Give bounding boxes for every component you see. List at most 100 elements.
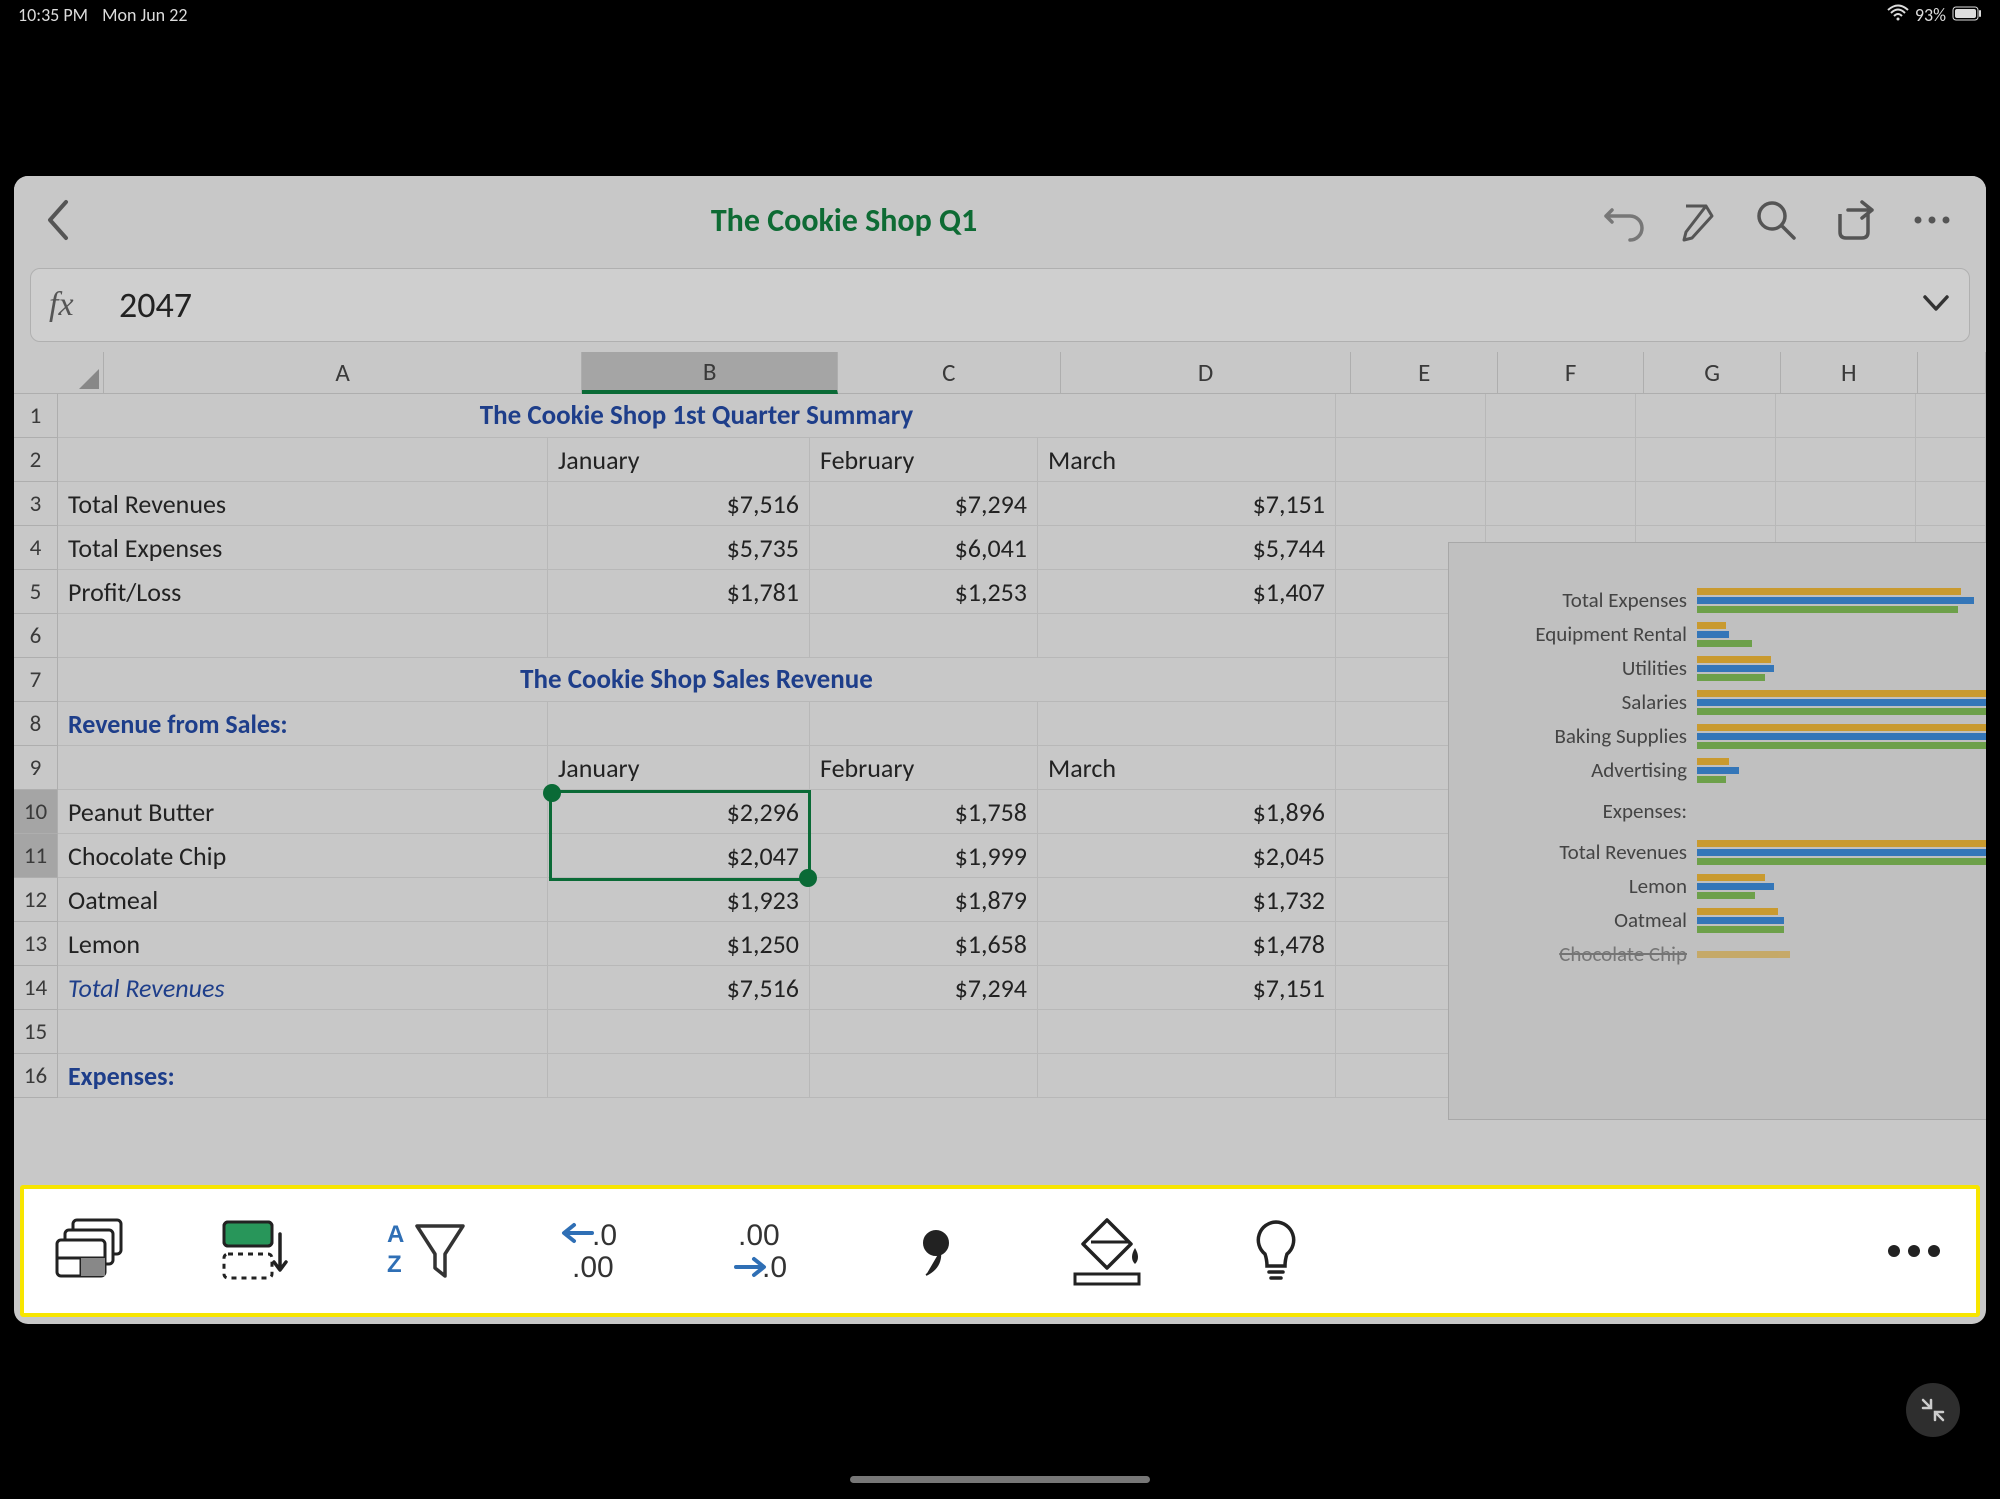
row-header-4[interactable]: 4 (14, 526, 58, 570)
cell-C2[interactable]: February (810, 438, 1038, 482)
toolbar-more-button[interactable] (1874, 1211, 1954, 1291)
cell-C13[interactable]: $1,658 (810, 922, 1038, 966)
cell-merged-title-2[interactable]: The Cookie Shop Sales Revenue (58, 658, 1336, 702)
cell-C6[interactable] (810, 614, 1038, 658)
cell-D11[interactable]: $2,045 (1038, 834, 1336, 878)
cell-G2[interactable] (1636, 438, 1776, 482)
cell-G3[interactable] (1636, 482, 1776, 526)
undo-button[interactable] (1598, 198, 1642, 242)
cell-H3[interactable] (1776, 482, 1916, 526)
cell-A9[interactable] (58, 746, 548, 790)
cell-B16[interactable] (548, 1054, 810, 1098)
cell-A4[interactable]: Total Expenses (58, 526, 548, 570)
row-header-9[interactable]: 9 (14, 746, 58, 790)
cell-A16[interactable]: Expenses: (58, 1054, 548, 1098)
card-view-button[interactable] (46, 1211, 126, 1291)
cell-B4[interactable]: $5,735 (548, 526, 810, 570)
fill-color-button[interactable] (1066, 1211, 1146, 1291)
cell-A13[interactable]: Lemon (58, 922, 548, 966)
col-header-H[interactable]: H (1781, 352, 1918, 394)
cell-A15[interactable] (58, 1010, 548, 1054)
col-header-A[interactable]: A (104, 352, 582, 394)
cell-A12[interactable]: Oatmeal (58, 878, 548, 922)
cell-C11[interactable]: $1,999 (810, 834, 1038, 878)
cell-C16[interactable] (810, 1054, 1038, 1098)
cell-C4[interactable]: $6,041 (810, 526, 1038, 570)
col-header-D[interactable]: D (1061, 352, 1352, 394)
cell-E3[interactable] (1336, 482, 1486, 526)
col-header-extra[interactable] (1918, 352, 1986, 394)
row-header-7[interactable]: 7 (14, 658, 58, 702)
cell-B11[interactable]: $2,047 (548, 834, 810, 878)
cell-D2[interactable]: March (1038, 438, 1336, 482)
cell-D8[interactable] (1038, 702, 1336, 746)
cell-B3[interactable]: $7,516 (548, 482, 810, 526)
row-header-13[interactable]: 13 (14, 922, 58, 966)
cell-C14[interactable]: $7,294 (810, 966, 1038, 1010)
cell-A10[interactable]: Peanut Butter (58, 790, 548, 834)
cell-merged-title-1[interactable]: The Cookie Shop 1st Quarter Summary (58, 394, 1336, 438)
cell-B13[interactable]: $1,250 (548, 922, 810, 966)
col-header-B[interactable]: B (582, 352, 838, 394)
row-header-15[interactable]: 15 (14, 1010, 58, 1054)
cell-B12[interactable]: $1,923 (548, 878, 810, 922)
row-header-5[interactable]: 5 (14, 570, 58, 614)
cell-A3[interactable]: Total Revenues (58, 482, 548, 526)
col-header-C[interactable]: C (838, 352, 1061, 394)
cell-D13[interactable]: $1,478 (1038, 922, 1336, 966)
cell-H1[interactable] (1776, 394, 1916, 438)
cell-A6[interactable] (58, 614, 548, 658)
decrease-decimal-button[interactable]: .0 .00 (556, 1211, 636, 1291)
cell-A5[interactable]: Profit/Loss (58, 570, 548, 614)
cell-D9[interactable]: March (1038, 746, 1336, 790)
edit-button[interactable] (1676, 198, 1720, 242)
back-button[interactable] (30, 196, 90, 244)
cell-B5[interactable]: $1,781 (548, 570, 810, 614)
sort-filter-button[interactable]: A Z (386, 1211, 466, 1291)
cells-area[interactable]: The Cookie Shop 1st Quarter Summary Janu… (58, 394, 1986, 1098)
cell-F3[interactable] (1486, 482, 1636, 526)
formula-value[interactable]: 2047 (109, 283, 1921, 327)
cell-F2[interactable] (1486, 438, 1636, 482)
cell-D15[interactable] (1038, 1010, 1336, 1054)
col-header-E[interactable]: E (1351, 352, 1497, 394)
cell-extra-3[interactable] (1916, 482, 1986, 526)
cell-A8[interactable]: Revenue from Sales: (58, 702, 548, 746)
cell-B6[interactable] (548, 614, 810, 658)
cell-D5[interactable]: $1,407 (1038, 570, 1336, 614)
cell-H2[interactable] (1776, 438, 1916, 482)
cell-C8[interactable] (810, 702, 1038, 746)
cell-C9[interactable]: February (810, 746, 1038, 790)
row-header-16[interactable]: 16 (14, 1054, 58, 1098)
increase-decimal-button[interactable]: .00 .0 (726, 1211, 806, 1291)
cell-A2[interactable] (58, 438, 548, 482)
search-button[interactable] (1754, 198, 1798, 242)
row-header-10[interactable]: 10 (14, 790, 58, 834)
cell-extra-2[interactable] (1916, 438, 1986, 482)
cell-C12[interactable]: $1,879 (810, 878, 1038, 922)
select-all-corner[interactable] (14, 352, 104, 394)
row-header-12[interactable]: 12 (14, 878, 58, 922)
row-header-6[interactable]: 6 (14, 614, 58, 658)
cell-C5[interactable]: $1,253 (810, 570, 1038, 614)
cell-B15[interactable] (548, 1010, 810, 1054)
collapse-float-button[interactable] (1906, 1383, 1960, 1437)
home-indicator[interactable] (850, 1476, 1150, 1483)
cell-A14[interactable]: Total Revenues (58, 966, 548, 1010)
cell-B14[interactable]: $7,516 (548, 966, 810, 1010)
share-button[interactable] (1832, 198, 1876, 242)
row-header-11[interactable]: 11 (14, 834, 58, 878)
formula-bar[interactable]: fx 2047 (30, 268, 1970, 342)
cell-D14[interactable]: $7,151 (1038, 966, 1336, 1010)
cell-B2[interactable]: January (548, 438, 810, 482)
cell-F1[interactable] (1486, 394, 1636, 438)
cell-D12[interactable]: $1,732 (1038, 878, 1336, 922)
cell-D10[interactable]: $1,896 (1038, 790, 1336, 834)
cell-E2[interactable] (1336, 438, 1486, 482)
cell-extra-1[interactable] (1916, 394, 1986, 438)
row-header-1[interactable]: 1 (14, 394, 58, 438)
more-button[interactable] (1910, 198, 1954, 242)
embedded-chart[interactable]: Total Expenses Equipment Rental Utilitie… (1448, 542, 1986, 1120)
cell-E1[interactable] (1336, 394, 1486, 438)
cell-D3[interactable]: $7,151 (1038, 482, 1336, 526)
